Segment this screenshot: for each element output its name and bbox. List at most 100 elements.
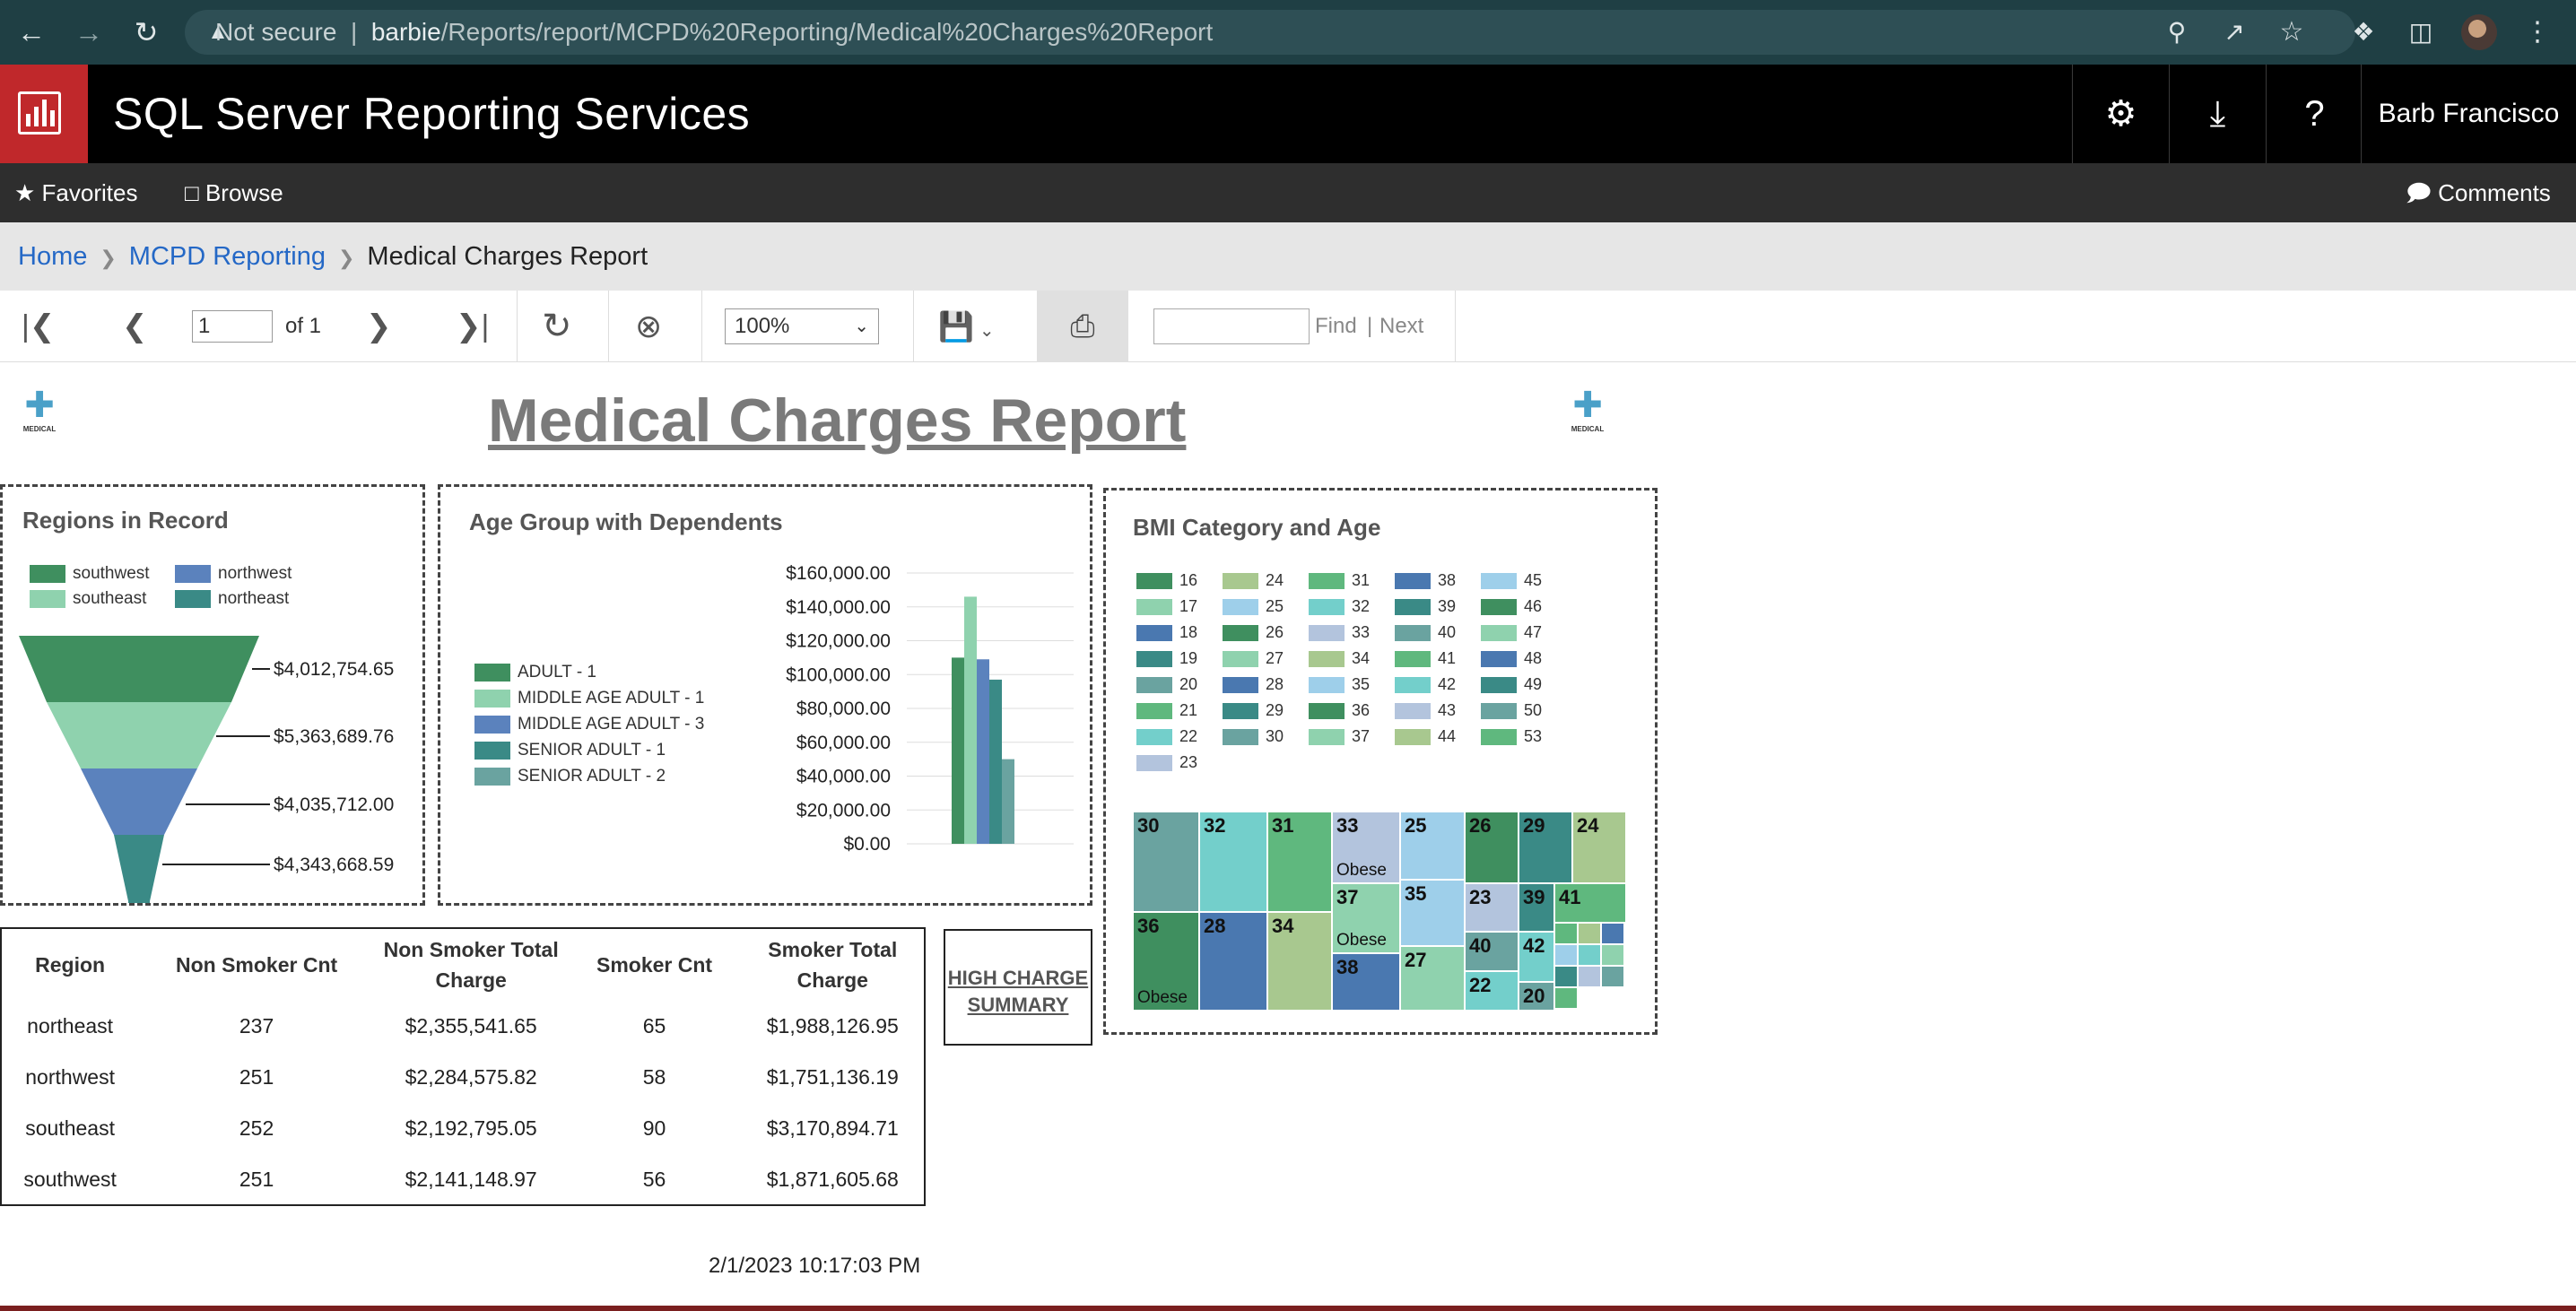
bar — [977, 659, 989, 844]
user-menu[interactable]: Barb Francisco — [2361, 65, 2576, 163]
treemap-cell: 20 — [1519, 982, 1554, 1011]
legend-swatch — [1395, 651, 1431, 668]
legend-label: 34 — [1352, 649, 1371, 667]
browse-link[interactable]: □ Browse — [185, 163, 283, 222]
table-cell: northwest — [25, 1065, 115, 1089]
legend-swatch — [1223, 573, 1258, 590]
chevron-right-icon: ❯ — [100, 247, 117, 269]
treemap-cell-label: 36 — [1137, 915, 1160, 937]
legend-swatch — [1309, 677, 1345, 694]
find-input[interactable] — [1153, 308, 1310, 344]
legend-swatch — [1136, 703, 1172, 720]
legend-item: 18 — [1136, 623, 1197, 642]
zoom-icon[interactable]: ⚲ — [2154, 0, 2199, 65]
extensions-icon[interactable]: ❖ — [2341, 0, 2386, 65]
funnel-segment — [81, 768, 197, 835]
browse-label: Browse — [205, 179, 283, 206]
profile-avatar[interactable] — [2461, 14, 2497, 50]
legend-label: 53 — [1524, 727, 1543, 745]
treemap-cell: 32 — [1199, 812, 1267, 912]
legend-item: 42 — [1395, 675, 1456, 694]
breadcrumb-folder[interactable]: MCPD Reporting — [129, 242, 326, 271]
treemap-small-cell — [1554, 966, 1578, 987]
legend-label: 45 — [1524, 571, 1543, 589]
table-row: southwest 251 $2,141,148.97 56 $1,871,60… — [1, 1154, 925, 1205]
regions-panel: Regions in Record southwest northwest so… — [0, 484, 425, 906]
zoom-select[interactable]: 100% ⌄ — [725, 308, 879, 344]
legend-item: 17 — [1136, 597, 1197, 616]
save-icon[interactable]: 💾 ⌄ — [938, 291, 995, 367]
treemap-cell: 42 — [1519, 932, 1554, 982]
favorites-link[interactable]: ★ Favorites — [14, 163, 137, 222]
treemap-cell: 23 — [1465, 883, 1519, 932]
table-row: southeast 252 $2,192,795.05 90 $3,170,89… — [1, 1103, 925, 1154]
legend-item: 50 — [1481, 701, 1542, 720]
legend-item: 35 — [1309, 675, 1370, 694]
bookmark-star-icon[interactable]: ☆ — [2269, 0, 2314, 65]
legend-item: 19 — [1136, 649, 1197, 668]
treemap-cell-label: 28 — [1204, 915, 1226, 937]
chevron-down-icon: ⌄ — [979, 321, 995, 341]
treemap-cell-label: 30 — [1137, 814, 1160, 837]
legend-label: 40 — [1438, 623, 1457, 641]
back-icon[interactable]: ← — [9, 0, 54, 65]
report-toolbar: |❮ ❮ 1 of 1 ❯ ❯| ↻ ⊗ 100% ⌄ 💾 ⌄ ⎙ Find | N… — [0, 291, 2576, 362]
logo-text: MEDICAL — [22, 425, 57, 433]
breadcrumb-home[interactable]: Home — [18, 242, 87, 271]
treemap-cell-label: 35 — [1405, 882, 1427, 905]
gear-icon: ⚙ — [2104, 94, 2137, 134]
side-panel-icon[interactable]: ◫ — [2398, 0, 2443, 65]
legend-label: 22 — [1179, 727, 1198, 745]
forward-icon[interactable]: → — [66, 0, 111, 65]
legend-swatch — [1395, 573, 1431, 590]
help-button[interactable]: ? — [2266, 65, 2363, 163]
page-number-input[interactable]: 1 — [192, 310, 273, 343]
previous-page-icon[interactable]: ❮ — [122, 291, 148, 362]
legend-item: 16 — [1136, 571, 1197, 590]
y-tick-label: $80,000.00 — [796, 699, 891, 719]
find-next-button[interactable]: Next — [1379, 291, 1423, 362]
legend-label: 49 — [1524, 675, 1543, 693]
legend-swatch — [1395, 729, 1431, 746]
table-cell: $2,355,541.65 — [405, 1014, 537, 1038]
table-row: northeast 237 $2,355,541.65 65 $1,988,12… — [1, 1001, 925, 1052]
browser-menu-icon[interactable]: ⋮ — [2515, 0, 2560, 65]
legend-swatch — [1481, 703, 1517, 720]
report-logo-icon — [18, 91, 61, 135]
legend-item: 22 — [1136, 727, 1197, 746]
legend-label: 36 — [1352, 701, 1371, 719]
ssrs-logo[interactable] — [0, 65, 88, 163]
share-icon[interactable]: ↗ — [2212, 0, 2257, 65]
reload-icon[interactable]: ↻ — [124, 0, 169, 65]
bmi-panel: BMI Category and Age 16 24 31 38 45 17 25 32 39 4… — [1103, 488, 1658, 1035]
medical-logo-right: ✚ MEDICAL — [1561, 386, 1614, 439]
age-group-panel: Age Group with Dependents ADULT - 1 MIDDL… — [438, 484, 1092, 906]
column-header: Non Smoker Total Charge — [383, 938, 559, 992]
high-charge-summary-link[interactable]: HIGH CHARGE SUMMARY — [945, 965, 1091, 1019]
url-text[interactable]: Not secure | barbie/Reports/report/MCPD%… — [215, 0, 1213, 65]
next-page-icon[interactable]: ❯ — [366, 291, 392, 362]
find-button[interactable]: Find — [1315, 291, 1357, 362]
treemap-cell-label: 33 — [1336, 814, 1359, 837]
treemap-cell: 36 Obese — [1133, 912, 1199, 1011]
first-page-icon[interactable]: |❮ — [22, 291, 55, 362]
report-canvas: ✚ MEDICAL ✚ MEDICAL Medical Charges Repo… — [0, 362, 2576, 1306]
download-button[interactable]: ⤓ — [2169, 65, 2266, 163]
treemap-cell: 27 — [1400, 946, 1465, 1011]
legend-swatch — [1309, 703, 1345, 720]
treemap-cell: 35 — [1400, 880, 1465, 946]
settings-button[interactable]: ⚙ — [2072, 65, 2169, 163]
comments-button[interactable]: 🗩 Comments — [2406, 163, 2551, 222]
legend-label: 30 — [1266, 727, 1284, 745]
back-to-parent-icon[interactable]: ⊗ — [635, 291, 662, 362]
legend-swatch — [1136, 625, 1172, 642]
table-cell: 237 — [239, 1014, 274, 1038]
table-cell: southeast — [25, 1116, 115, 1140]
legend-swatch — [1223, 677, 1258, 694]
last-page-icon[interactable]: ❯| — [456, 291, 489, 362]
refresh-icon[interactable]: ↻ — [542, 291, 572, 362]
treemap-cell-label: 27 — [1405, 949, 1427, 971]
ssrs-header: SQL Server Reporting Services ⚙ ⤓ ? Barb… — [0, 65, 2576, 163]
legend-swatch — [1395, 677, 1431, 694]
print-button[interactable]: ⎙ — [1037, 291, 1128, 362]
